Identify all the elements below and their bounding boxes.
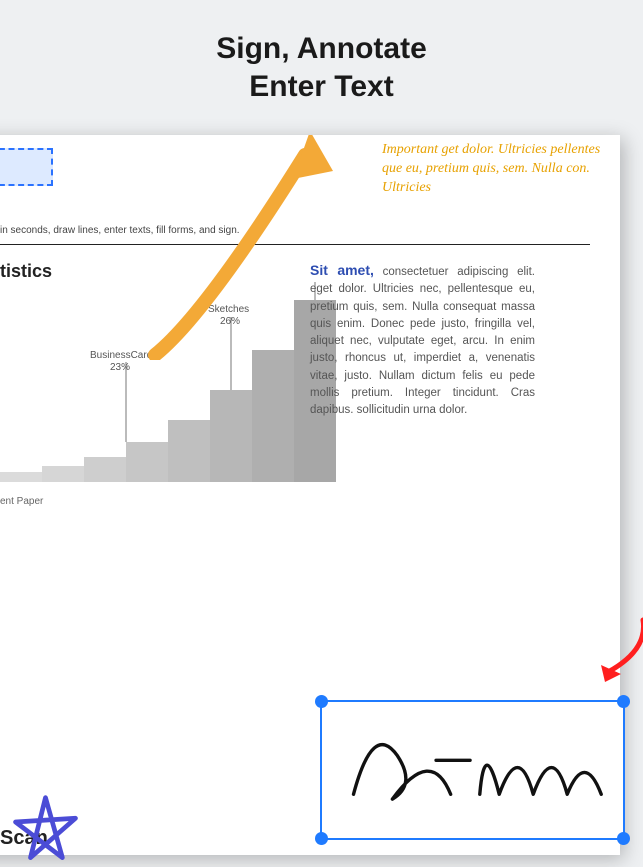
star-scribble-icon[interactable] xyxy=(8,792,83,867)
instruction-text: in seconds, draw lines, enter texts, fil… xyxy=(0,225,590,236)
hero-line2: Enter Text xyxy=(249,70,393,103)
divider xyxy=(0,244,590,245)
bar-chart: BusinessCard 23% Sketches 26% Work 42 xyxy=(0,282,350,492)
hero-line1: Sign, Annotate xyxy=(216,32,427,65)
signature-icon xyxy=(322,702,623,838)
chart-value-1: 26% xyxy=(220,316,240,327)
body-paragraph: Sit amet, consectetuer adipiscing elit. … xyxy=(310,260,535,419)
body-lead: Sit amet, xyxy=(310,262,374,278)
red-arrow-icon[interactable] xyxy=(593,610,643,690)
selection-rectangle[interactable] xyxy=(0,148,53,186)
chart-value-0: 23% xyxy=(110,362,130,373)
chart-footer: ent Paper xyxy=(0,496,590,507)
body-text: consectetuer adipiscing elit. eget dolor… xyxy=(310,266,535,416)
chart-label-1: Sketches xyxy=(208,304,249,315)
handwritten-note[interactable]: Important get dolor. Ultricies pellentes… xyxy=(382,141,602,198)
signature-box[interactable] xyxy=(320,700,625,840)
chart-label-0: BusinessCard xyxy=(90,350,152,361)
chart-bars xyxy=(0,300,336,482)
hero-title: Sign, Annotate Enter Text xyxy=(0,0,643,105)
